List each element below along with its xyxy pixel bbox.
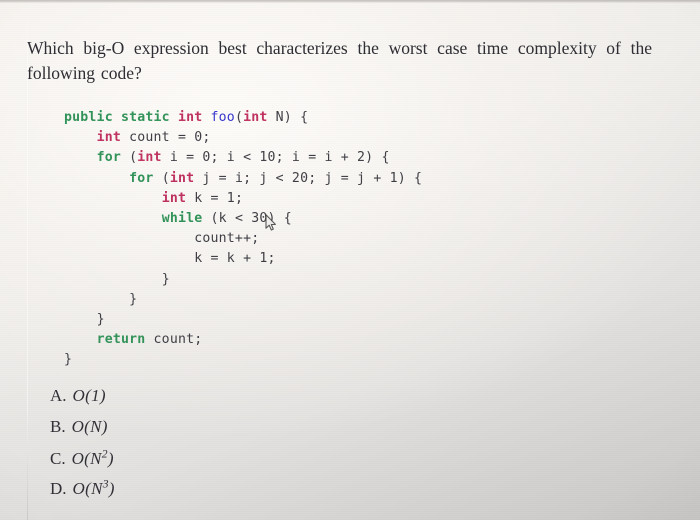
code-line: } [64, 270, 422, 290]
code-token-pl: } [64, 352, 73, 368]
code-token-pl: count = 0; [129, 130, 211, 146]
question-prompt: Which big-O expression best characterize… [27, 38, 652, 83]
code-token-kw: public static [64, 110, 178, 125]
code-line: return count; [64, 330, 422, 350]
option-expression: O(N) [71, 416, 108, 436]
code-line: } [64, 350, 422, 370]
answer-option-a[interactable]: A. O(1) [50, 386, 115, 417]
code-token-kw: while [161, 210, 211, 226]
code-line: while (k < 30) { [64, 209, 422, 229]
code-token-kw: return [96, 332, 154, 348]
code-token-pl: i = 0; i < 10; i = i + 2) { [169, 150, 390, 166]
code-token-pl: (k < 30) { [210, 210, 292, 226]
option-expression: O(N3) [72, 477, 115, 499]
option-expression: O(1) [72, 386, 106, 405]
code-token-pl: k = k + 1; [194, 251, 276, 267]
code-token-pl: k = 1; [194, 190, 244, 206]
code-block: public static int foo(int N) { int count… [64, 108, 422, 370]
code-token-type: int [161, 190, 195, 206]
code-token-pl: j = i; j < 20; j = j + 1) { [202, 170, 423, 186]
code-token-kw: for [96, 150, 130, 166]
option-letter: B. [50, 416, 66, 436]
code-line: for (int i = 0; i < 10; i = i + 2) { [64, 148, 422, 168]
photographed-screen: Which big-O expression best characterize… [0, 0, 700, 520]
option-exponent: 3 [102, 477, 109, 491]
code-token-type: int [96, 130, 130, 146]
option-exponent: 2 [101, 447, 108, 460]
code-token-pl: ( [234, 110, 244, 125]
option-letter: D. [50, 479, 67, 499]
code-token-pl: N) { [275, 110, 309, 125]
code-line: for (int j = i; j < 20; j = j + 1) { [64, 169, 422, 189]
code-token-type: int [137, 150, 170, 166]
screen-top-bezel [0, 0, 700, 3]
code-line: public static int foo(int N) { [64, 108, 422, 128]
code-token-kw: for [129, 170, 162, 186]
code-line: count++; [64, 229, 422, 249]
option-letter: A. [50, 386, 67, 405]
answer-options: A. O(1) B. O(N) C. O(N2) D. O(N3) [50, 386, 115, 508]
code-line: k = k + 1; [64, 249, 422, 269]
code-token-type: int [243, 110, 276, 125]
code-token-pl: } [96, 311, 105, 327]
option-letter: C. [50, 448, 66, 468]
page-left-edge [27, 0, 28, 520]
code-token-pl: count++; [194, 231, 260, 247]
code-line: } [64, 310, 422, 330]
answer-option-d[interactable]: D. O(N3) [50, 478, 115, 509]
code-token-type: int [169, 170, 203, 186]
code-token-fn: foo [210, 110, 235, 125]
code-token-pl: } [161, 271, 170, 287]
option-expression: O(N2) [71, 447, 114, 468]
code-line: int k = 1; [64, 189, 422, 209]
code-token-type: int [177, 110, 211, 125]
code-line: int count = 0; [64, 128, 422, 148]
answer-option-b[interactable]: B. O(N) [50, 417, 115, 448]
code-token-pl: ( [161, 170, 170, 186]
answer-option-c[interactable]: C. O(N2) [50, 447, 115, 478]
code-line: } [64, 290, 422, 310]
code-token-pl: } [129, 291, 138, 307]
code-token-pl: count; [153, 332, 203, 348]
